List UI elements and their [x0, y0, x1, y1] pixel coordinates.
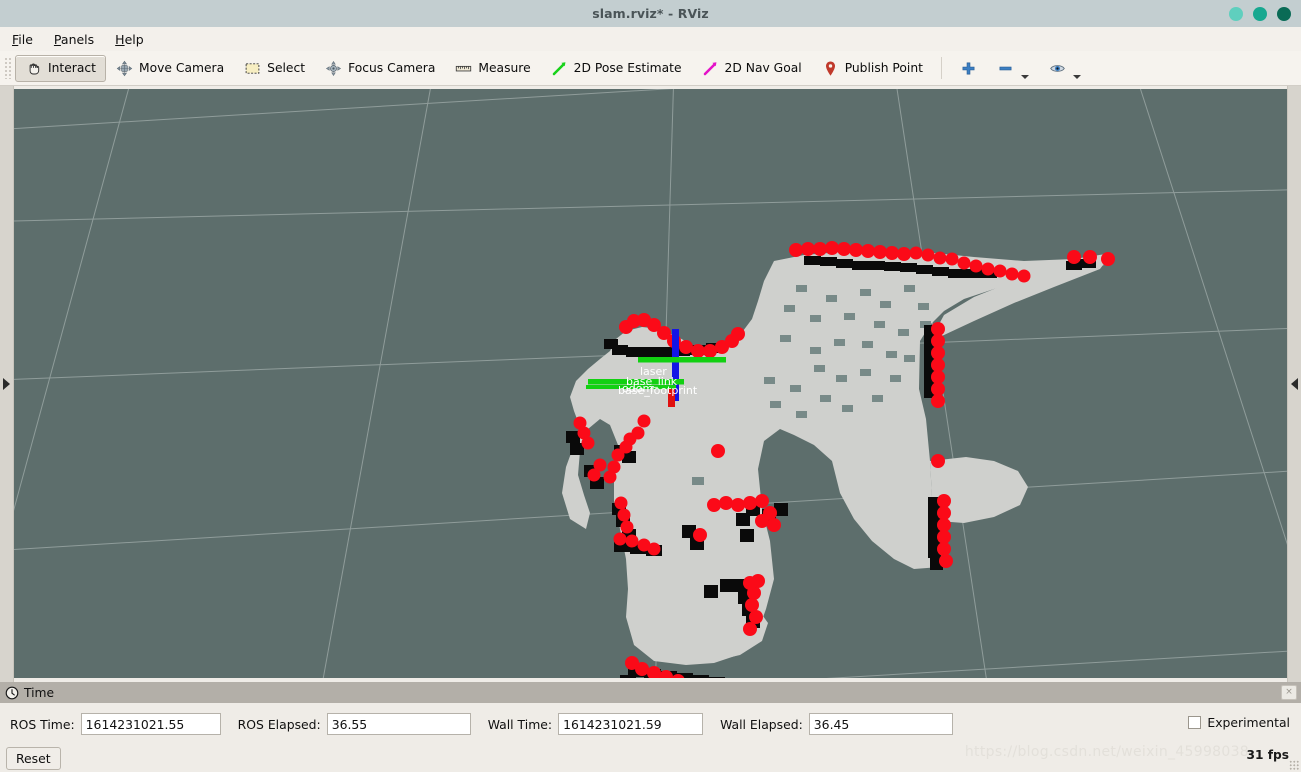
plus-icon [960, 60, 977, 77]
move-camera-icon [116, 60, 133, 77]
rviz-window: slam.rviz* - RViz File Panels Help Inter… [0, 0, 1301, 772]
eye-icon [1049, 60, 1066, 77]
experimental-checkbox[interactable] [1188, 716, 1202, 729]
menu-file[interactable]: File [10, 30, 43, 49]
remove-tool-dropdown-icon[interactable] [1020, 74, 1029, 79]
visibility-dropdown-icon[interactable] [1072, 74, 1081, 79]
focus-camera-icon [325, 60, 342, 77]
select-rect-icon [244, 60, 261, 77]
expand-right-panel-handle[interactable] [1287, 86, 1301, 682]
toolbar-grip[interactable] [4, 57, 12, 79]
tool-2d-pose-estimate-label: 2D Pose Estimate [573, 61, 682, 75]
tool-focus-camera[interactable]: Focus Camera [315, 55, 445, 82]
close-button[interactable] [1277, 6, 1291, 21]
experimental-label: Experimental [1207, 715, 1290, 730]
tool-select-label: Select [267, 61, 306, 75]
tool-2d-nav-goal[interactable]: 2D Nav Goal [692, 55, 812, 82]
menu-help[interactable]: Help [113, 30, 154, 49]
menu-panels-rest: anels [60, 31, 95, 47]
menu-help-rest: elp [124, 31, 144, 47]
tool-2d-nav-goal-label: 2D Nav Goal [724, 61, 802, 75]
tool-measure-label: Measure [478, 61, 531, 75]
magenta-arrow-icon [702, 60, 719, 77]
clock-icon [5, 686, 19, 700]
tool-publish-point[interactable]: Publish Point [812, 55, 933, 82]
tool-interact[interactable]: Interact [15, 54, 106, 82]
tool-interact-label: Interact [48, 61, 96, 75]
wall-elapsed-label: Wall Elapsed: [720, 716, 803, 732]
tool-publish-point-label: Publish Point [844, 61, 923, 75]
ros-elapsed-label: ROS Elapsed: [237, 716, 321, 732]
wall-time-label: Wall Time: [487, 716, 553, 732]
remove-tool-button[interactable] [987, 55, 1039, 82]
time-fields-row: ROS Time: 1614231021.55 ROS Elapsed: 36.… [0, 711, 1301, 737]
chevron-left-icon [1291, 378, 1298, 390]
ros-time-label: ROS Time: [10, 716, 75, 732]
chevron-right-icon [3, 378, 10, 390]
menu-bar: File Panels Help [0, 27, 1301, 51]
menu-file-rest: ile [18, 31, 33, 47]
hand-icon [25, 60, 42, 77]
wall-time-field[interactable]: 1614231021.59 [558, 713, 704, 735]
fps-indicator: 31 fps [1246, 748, 1289, 762]
tf-label-odom: odom [622, 382, 653, 395]
tool-move-camera-label: Move Camera [138, 61, 225, 75]
ros-time-field[interactable]: 1614231021.55 [80, 713, 221, 735]
window-controls [1229, 0, 1291, 27]
tool-select[interactable]: Select [234, 55, 315, 82]
green-arrow-icon [551, 60, 568, 77]
window-title: slam.rviz* - RViz [592, 6, 709, 21]
slam-scene: laser base_link base_footprint odom [14, 89, 1287, 678]
tool-move-camera[interactable]: Move Camera [106, 55, 234, 82]
experimental-toggle[interactable]: Experimental [1188, 715, 1290, 730]
ros-elapsed-field[interactable]: 36.55 [326, 713, 471, 735]
tool-2d-pose-estimate[interactable]: 2D Pose Estimate [541, 55, 692, 82]
tool-measure[interactable]: Measure [445, 55, 540, 82]
menu-panels[interactable]: Panels [52, 30, 104, 49]
expand-left-panel-handle[interactable] [0, 86, 14, 682]
wall-elapsed-field[interactable]: 36.45 [808, 713, 953, 735]
title-bar: slam.rviz* - RViz [0, 0, 1301, 27]
reset-button[interactable]: Reset [6, 747, 61, 770]
time-panel-title: Time [24, 685, 55, 700]
time-panel: Time × ROS Time: 1614231021.55 ROS Elaps… [0, 682, 1301, 772]
toolbar-separator [940, 57, 942, 79]
minimize-button[interactable] [1229, 6, 1243, 21]
window-resize-grip[interactable] [1289, 760, 1299, 770]
map-pin-icon [822, 60, 839, 77]
time-panel-header: Time × [0, 682, 1301, 703]
maximize-button[interactable] [1253, 6, 1267, 21]
time-panel-close-button[interactable]: × [1281, 685, 1297, 700]
visibility-button[interactable] [1039, 55, 1091, 82]
viewport-area: laser base_link base_footprint odom [0, 86, 1301, 682]
ruler-icon [455, 60, 472, 77]
tool-focus-camera-label: Focus Camera [348, 61, 436, 75]
minus-icon [997, 60, 1014, 77]
tool-bar: Interact Move Camera Select Focus Camera… [0, 51, 1301, 86]
add-tool-button[interactable] [950, 55, 987, 82]
y-axis-upper [638, 357, 726, 363]
render-view-3d[interactable]: laser base_link base_footprint odom [14, 89, 1287, 678]
